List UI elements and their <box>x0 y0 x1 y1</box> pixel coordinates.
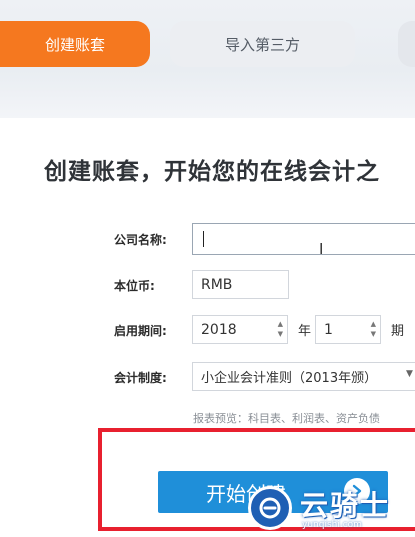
month-stepper[interactable]: 1 ▲ ▼ <box>315 315 381 344</box>
month-spin-arrows-icon[interactable]: ▲ ▼ <box>371 319 376 339</box>
report-preview-text: 报表预览：科目表、利润表、资产负债 <box>193 412 380 425</box>
company-name-label: 公司名称: <box>114 233 167 247</box>
company-name-input[interactable] <box>192 223 415 255</box>
year-value: 2018 <box>201 321 237 338</box>
page-title: 创建账套，开始您的在线会计之 <box>44 159 380 185</box>
watermark-logo-icon <box>248 486 292 530</box>
accounting-system-label: 会计制度: <box>114 371 167 385</box>
accounting-system-value: 小企业会计准则（2013年颁） <box>201 371 378 386</box>
tab-next-partial[interactable] <box>398 21 415 67</box>
header-band: 创建账套 导入第三方 <box>0 0 415 118</box>
watermark-url: yunqishi.com <box>302 520 362 530</box>
accounting-system-select[interactable]: 小企业会计准则（2013年颁） <box>192 362 415 391</box>
text-caret <box>203 231 204 247</box>
tab-import-third-party-label: 导入第三方 <box>224 35 300 54</box>
create-ledger-page: 创建账套 导入第三方 创建账套，开始您的在线会计之 公司名称: I 本位币: R… <box>0 0 415 537</box>
year-stepper[interactable]: 2018 ▲ ▼ <box>192 315 288 344</box>
year-spin-arrows-icon[interactable]: ▲ ▼ <box>278 319 283 339</box>
month-value: 1 <box>324 321 333 338</box>
watermark: 云骑士 yunqishi.com <box>248 482 415 537</box>
chevron-down-icon[interactable]: ▼ <box>406 369 413 379</box>
base-currency-field[interactable]: RMB <box>192 270 289 299</box>
base-currency-value: RMB <box>201 276 233 293</box>
year-unit: 年 <box>298 324 312 339</box>
tab-create-account[interactable]: 创建账套 <box>0 21 150 67</box>
tab-create-account-label: 创建账套 <box>44 35 105 54</box>
period-unit: 期 <box>391 324 405 339</box>
watermark-text: 云骑士 <box>300 489 391 522</box>
start-period-label: 启用期间: <box>114 324 167 338</box>
ibeam-cursor-icon: I <box>319 240 324 258</box>
base-currency-label: 本位币: <box>114 279 155 293</box>
tab-import-third-party[interactable]: 导入第三方 <box>170 21 355 67</box>
